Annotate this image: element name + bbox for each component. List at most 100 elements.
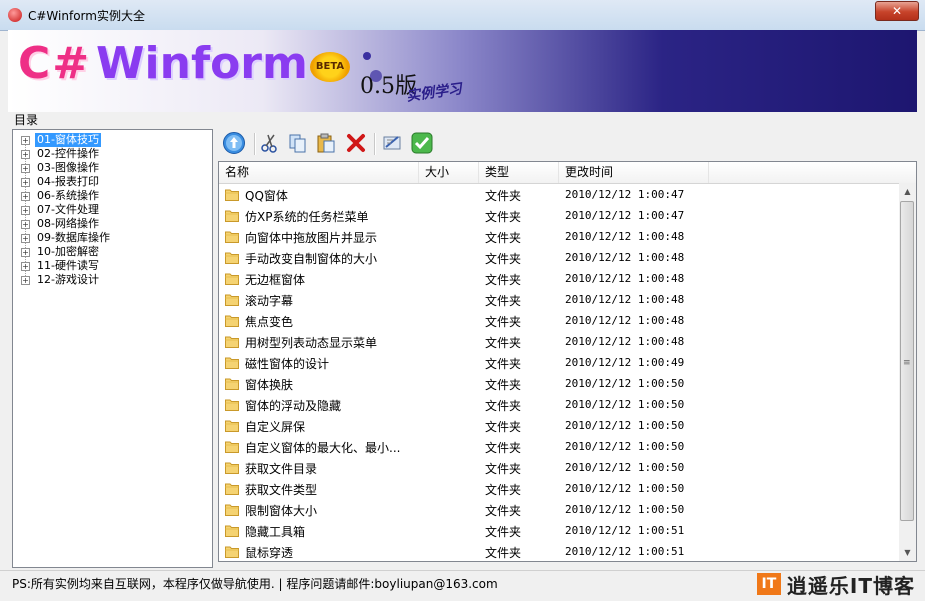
tree-node[interactable]: +06-系统操作 [13,189,208,203]
list-item[interactable]: 滚动字幕 文件夹 2010/12/12 1:00:48 [219,289,899,310]
cell-name: 磁性窗体的设计 [245,357,330,371]
expand-icon[interactable]: + [21,136,30,145]
list-item[interactable]: 鼠标穿透 文件夹 2010/12/12 1:00:51 [219,541,899,561]
expand-icon[interactable]: + [21,262,30,271]
cell-modified: 2010/12/12 1:00:50 [565,440,685,453]
cell-modified: 2010/12/12 1:00:47 [565,188,685,201]
delete-icon [347,134,365,152]
column-type[interactable]: 类型 [479,162,559,183]
list-item[interactable]: 隐藏工具箱 文件夹 2010/12/12 1:00:51 [219,520,899,541]
status-text: PS:所有实例均来自互联网，本程序仅做导航使用. | 程序问题请邮件:boyli… [12,577,498,591]
cut-button[interactable] [258,131,282,155]
cell-modified: 2010/12/12 1:00:48 [565,230,685,243]
list-item[interactable]: 向窗体中拖放图片并显示 文件夹 2010/12/12 1:00:48 [219,226,899,247]
cell-name: 自定义屏保 [245,420,306,434]
tree-node[interactable]: +07-文件处理 [13,203,208,217]
banner: C# Winform BETA 0.5版 实例学习 [8,30,917,112]
column-modified[interactable]: 更改时间 [559,162,709,183]
list-item[interactable]: 用树型列表动态显示菜单 文件夹 2010/12/12 1:00:48 [219,331,899,352]
expand-icon[interactable]: + [21,276,30,285]
list-item[interactable]: 获取文件目录 文件夹 2010/12/12 1:00:50 [219,457,899,478]
expand-icon[interactable]: + [21,178,30,187]
list-item[interactable]: 仿XP系统的任务栏菜单 文件夹 2010/12/12 1:00:47 [219,205,899,226]
list-item[interactable]: 自定义屏保 文件夹 2010/12/12 1:00:50 [219,415,899,436]
folder-icon [225,504,239,516]
expand-icon[interactable]: + [21,220,30,229]
folder-icon [225,441,239,453]
up-arrow-icon [223,132,245,154]
close-button[interactable]: ✕ [875,1,919,21]
file-list[interactable]: 名称 大小 类型 更改时间 QQ窗体 文件夹 2010/12/12 1:00:47 仿… [218,161,917,562]
check-icon [411,132,433,154]
expand-icon[interactable]: + [21,248,30,257]
copy-icon [289,134,306,153]
tree-node[interactable]: +10-加密解密 [13,245,208,259]
folder-icon [225,399,239,411]
tree-node-label: 02-控件操作 [37,147,99,160]
tree-node-label: 01-窗体技巧 [35,133,101,147]
list-item[interactable]: 自定义窗体的最大化、最小... 文件夹 2010/12/12 1:00:50 [219,436,899,457]
tree-node[interactable]: +08-网络操作 [13,217,208,231]
list-header: 名称 大小 类型 更改时间 [219,162,916,184]
expand-icon[interactable]: + [21,206,30,215]
brand-icon: IT [756,573,781,595]
cell-name: 获取文件类型 [245,483,318,497]
copy-button[interactable] [286,131,310,155]
cell-type: 文件夹 [485,252,522,266]
expand-icon[interactable]: + [21,192,30,201]
tree-node[interactable]: +02-控件操作 [13,147,208,161]
list-item[interactable]: 窗体换肤 文件夹 2010/12/12 1:00:50 [219,373,899,394]
cell-type: 文件夹 [485,273,522,287]
list-item[interactable]: 无边框窗体 文件夹 2010/12/12 1:00:48 [219,268,899,289]
list-item[interactable]: 磁性窗体的设计 文件夹 2010/12/12 1:00:49 [219,352,899,373]
list-item[interactable]: 限制窗体大小 文件夹 2010/12/12 1:00:50 [219,499,899,520]
tree-node[interactable]: +01-窗体技巧 [13,133,208,147]
column-size[interactable]: 大小 [419,162,479,183]
cell-type: 文件夹 [485,357,522,371]
cell-type: 文件夹 [485,378,522,392]
expand-icon[interactable]: + [21,164,30,173]
cell-name: 窗体换肤 [245,378,294,392]
cell-type: 文件夹 [485,546,522,560]
paste-button[interactable] [314,131,338,155]
properties-button[interactable] [380,131,404,155]
vertical-scrollbar[interactable]: ▲ ≡ ▼ [899,183,916,561]
properties-icon [383,136,401,150]
delete-button[interactable] [344,131,368,155]
cell-type: 文件夹 [485,336,522,350]
up-button[interactable] [222,131,246,155]
scroll-up-icon[interactable]: ▲ [899,183,916,200]
folder-icon [225,210,239,222]
tree-node[interactable]: +12-游戏设计 [13,273,208,287]
folder-icon [225,546,239,558]
cell-modified: 2010/12/12 1:00:49 [565,356,685,369]
folder-icon [225,357,239,369]
folder-icon [225,483,239,495]
expand-icon[interactable]: + [21,150,30,159]
tree-node[interactable]: +03-图像操作 [13,161,208,175]
list-item[interactable]: 获取文件类型 文件夹 2010/12/12 1:00:50 [219,478,899,499]
cell-modified: 2010/12/12 1:00:48 [565,251,685,264]
tree-node[interactable]: +11-硬件读写 [13,259,208,273]
cell-type: 文件夹 [485,231,522,245]
cell-modified: 2010/12/12 1:00:51 [565,545,685,558]
cell-name: 用树型列表动态显示菜单 [245,336,378,350]
expand-icon[interactable]: + [21,234,30,243]
cell-type: 文件夹 [485,189,522,203]
list-item[interactable]: 焦点变色 文件夹 2010/12/12 1:00:48 [219,310,899,331]
tree-node[interactable]: +09-数据库操作 [13,231,208,245]
cell-name: 限制窗体大小 [245,504,318,518]
list-item[interactable]: 手动改变自制窗体的大小 文件夹 2010/12/12 1:00:48 [219,247,899,268]
cell-name: 隐藏工具箱 [245,525,306,539]
cell-name: 获取文件目录 [245,462,318,476]
tree-node[interactable]: +04-报表打印 [13,175,208,189]
category-tree[interactable]: +01-窗体技巧 +02-控件操作 +03-图像操作 +04-报表打印 +06-系统操作… [12,129,213,568]
list-item[interactable]: 窗体的浮动及隐藏 文件夹 2010/12/12 1:00:50 [219,394,899,415]
scroll-down-icon[interactable]: ▼ [899,544,916,561]
cell-name: 手动改变自制窗体的大小 [245,252,378,266]
list-item[interactable]: QQ窗体 文件夹 2010/12/12 1:00:47 [219,184,899,205]
column-name[interactable]: 名称 [219,162,419,183]
confirm-button[interactable] [410,131,434,155]
cell-type: 文件夹 [485,210,522,224]
cell-modified: 2010/12/12 1:00:50 [565,503,685,516]
